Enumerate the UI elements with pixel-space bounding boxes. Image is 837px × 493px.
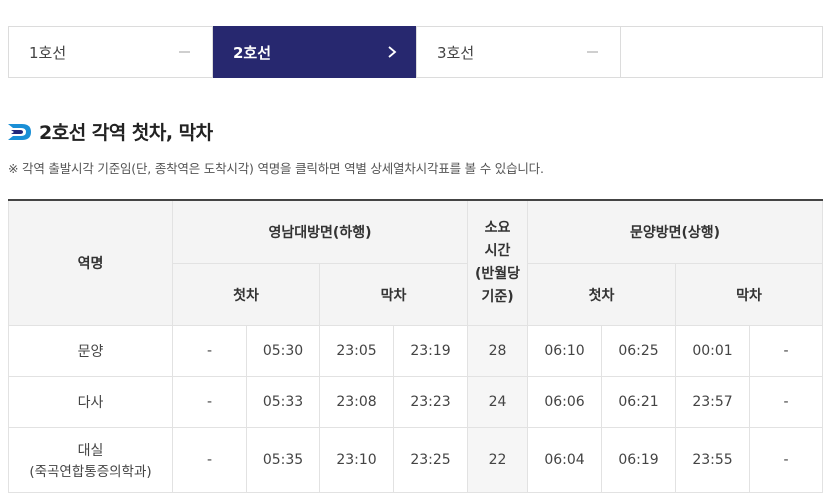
- table-row: 대실 (죽곡연합통증의학과) - 05:35 23:10 23:25 22 06…: [8, 427, 823, 493]
- table-cell: 05:33: [246, 376, 320, 428]
- station-link[interactable]: 문양: [8, 325, 173, 377]
- table-row: 문양 - 05:30 23:05 23:19 28 06:10 06:25 00…: [8, 325, 823, 377]
- table-cell: 06:10: [527, 325, 603, 377]
- page-title: 2호선 각역 첫차, 막차: [39, 122, 213, 144]
- table-cell: 00:01: [675, 325, 751, 377]
- duration-line: 시간: [484, 243, 511, 259]
- table-cell: 23:57: [675, 376, 751, 428]
- table-cell: 06:06: [527, 376, 603, 428]
- table-cell: 06:21: [601, 376, 677, 428]
- duration-line: 소요: [484, 220, 511, 236]
- tab-label: 1호선: [29, 43, 67, 62]
- section-heading: 2호선 각역 첫차, 막차: [8, 118, 213, 145]
- table-cell: 23:10: [319, 427, 394, 493]
- table-cell: 23:05: [319, 325, 394, 377]
- table-row: 다사 - 05:33 23:08 23:23 24 06:06 06:21 23…: [8, 376, 823, 428]
- table-cell: 06:19: [601, 427, 677, 493]
- table-cell: 23:55: [675, 427, 751, 493]
- station-subtitle: (죽곡연합통증의학과): [29, 464, 152, 480]
- table-cell: 06:25: [601, 325, 677, 377]
- col-header-down-direction: 영남대방면(하행): [171, 199, 469, 264]
- table-cell: 23:08: [319, 376, 394, 428]
- chevron-right-icon: [388, 46, 397, 58]
- tab-empty: [621, 27, 822, 77]
- station-link[interactable]: 대실 (죽곡연합통증의학과): [8, 427, 173, 493]
- table-cell: 06:04: [527, 427, 603, 493]
- col-header-up-direction: 문양방면(상행): [527, 199, 823, 264]
- table-cell: -: [172, 325, 247, 377]
- tab-label: 2호선: [233, 43, 272, 62]
- duration-cell: 28: [467, 325, 529, 377]
- col-header-down-last: 막차: [318, 263, 469, 326]
- table-cell: 05:35: [246, 427, 320, 493]
- col-header-up-last: 막차: [675, 263, 823, 326]
- dash-icon: [587, 51, 598, 53]
- table-cell: 05:30: [246, 325, 320, 377]
- tab-line-3[interactable]: 3호선: [417, 27, 621, 77]
- notice-text: ※ 각역 출발시각 기준임(단, 종착역은 도착시각) 역명을 클릭하면 역별 …: [8, 161, 544, 176]
- col-header-down-first: 첫차: [172, 263, 320, 326]
- table-cell: 23:19: [392, 325, 469, 377]
- col-header-duration: 소요 시간 (반월당 기준): [467, 199, 529, 326]
- duration-cell: 22: [467, 427, 529, 493]
- table-cell: -: [749, 427, 823, 493]
- metro-logo-icon: [8, 123, 31, 140]
- col-header-station: 역명: [8, 199, 173, 326]
- station-link[interactable]: 다사: [8, 376, 173, 428]
- line-tabs: 1호선 2호선 3호선: [8, 26, 823, 78]
- first-last-train-table: 역명 영남대방면(하행) 소요 시간 (반월당 기준) 문양방면(상행) 첫차 …: [8, 199, 823, 493]
- col-header-up-first: 첫차: [527, 263, 677, 326]
- table-cell: 23:23: [392, 376, 469, 428]
- tab-label: 3호선: [437, 43, 475, 62]
- table-cell: -: [749, 376, 823, 428]
- dash-icon: [179, 51, 190, 53]
- table-cell: -: [749, 325, 823, 377]
- table-cell: -: [172, 427, 247, 493]
- duration-line: 기준): [481, 289, 514, 305]
- table-cell: -: [172, 376, 247, 428]
- table-cell: 23:25: [392, 427, 469, 493]
- duration-cell: 24: [467, 376, 529, 428]
- station-name: 대실: [77, 443, 104, 459]
- tab-line-2[interactable]: 2호선: [213, 26, 417, 78]
- tab-line-1[interactable]: 1호선: [9, 27, 213, 77]
- duration-line: (반월당: [475, 266, 521, 282]
